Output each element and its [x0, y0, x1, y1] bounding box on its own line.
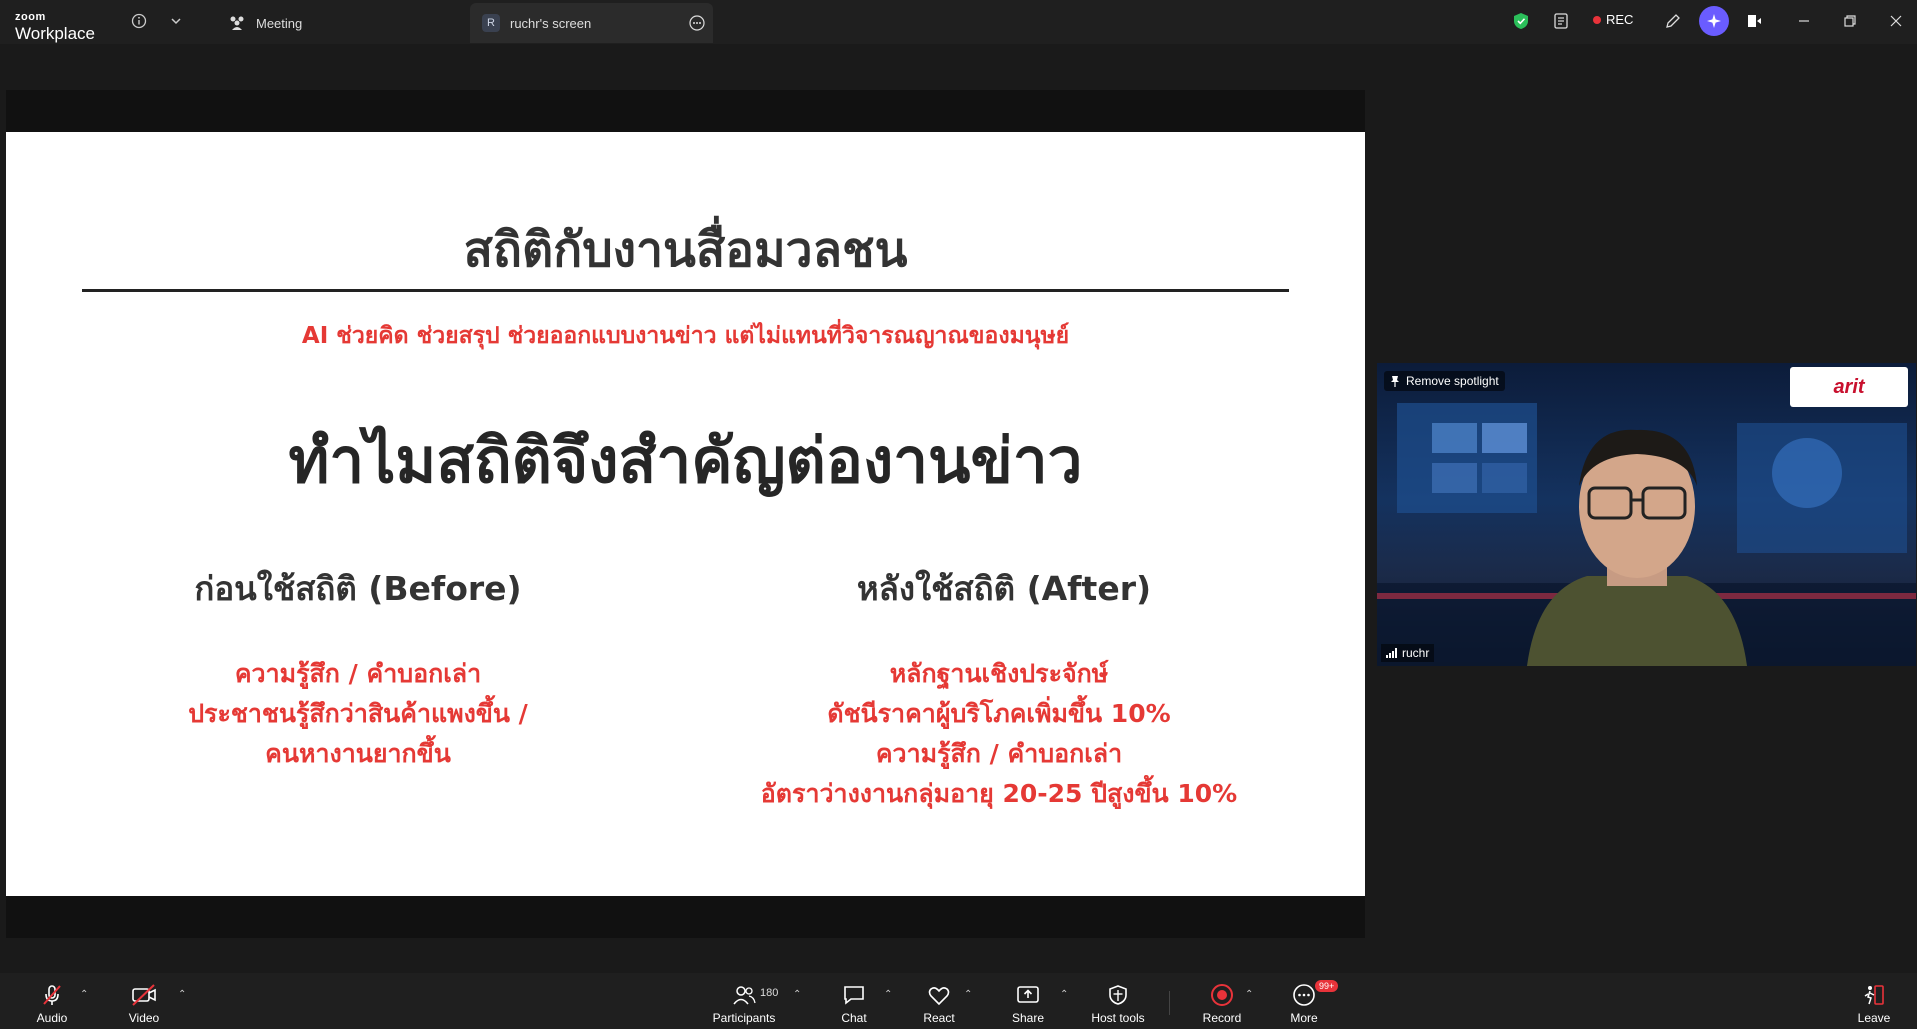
chat-label: Chat	[841, 1011, 867, 1025]
slide-heading: ทำไมสถิติจึงสำคัญต่องานข่าว	[288, 424, 1083, 497]
host-tools-shield-icon	[1107, 983, 1129, 1007]
participant-nameplate: ruchr	[1381, 644, 1435, 662]
stage-letterbox-bottom	[6, 896, 1365, 938]
video-label: Video	[128, 1011, 160, 1025]
participants-options-caret-icon[interactable]: ⌃	[793, 989, 801, 1000]
arit-logo-text: arit	[1833, 375, 1865, 398]
react-label: React	[923, 1011, 955, 1025]
slide-title: สถิติกับงานสื่อมวลชน	[463, 222, 908, 278]
tab-meeting[interactable]: Meeting	[218, 3, 312, 43]
ai-companion-icon[interactable]	[1699, 6, 1729, 36]
chat-button[interactable]: Chat	[830, 973, 878, 1029]
after-line: ดัชนีราคาผู้บริโภคเพิ่มขึ้น 10%	[827, 699, 1171, 728]
record-dot-icon	[1593, 15, 1601, 24]
after-column: หลักฐานเชิงประจักษ์ ดัชนีราคาผู้บริโภคเพ…	[659, 654, 1339, 814]
participants-button[interactable]: Participants	[706, 973, 782, 1029]
video-button[interactable]: Video	[120, 973, 168, 1029]
audio-label: Audio	[36, 1011, 68, 1025]
stage-letterbox-top	[6, 90, 1365, 132]
react-options-caret-icon[interactable]: ⌃	[964, 989, 972, 1000]
tab-meeting-label: Meeting	[256, 15, 303, 31]
chevron-down-icon[interactable]	[165, 10, 187, 32]
meeting-toolbar: Audio ⌃ Video ⌃ Participants 180 ⌃ Chat …	[0, 973, 1917, 1029]
more-notification-badge: 99+	[1315, 980, 1339, 992]
shared-slide: สถิติกับงานสื่อมวลชน AI ช่วยคิด ช่วยสรุป…	[6, 132, 1365, 896]
mic-muted-icon	[40, 983, 64, 1007]
record-label: Record	[1202, 1011, 1242, 1025]
participants-count: 180	[760, 987, 779, 999]
after-line: อัตราว่างงานกลุ่มอายุ 20-25 ปีสูงขึ้น 10…	[760, 779, 1238, 808]
tab-screen-share[interactable]: R ruchr's screen	[470, 3, 713, 43]
close-icon[interactable]	[1885, 10, 1907, 32]
notes-icon[interactable]	[1551, 10, 1573, 32]
more-label: More	[1290, 1011, 1318, 1025]
tab-screen-label: ruchr's screen	[510, 15, 592, 31]
after-line: ความรู้สึก / คำบอกเล่า	[875, 739, 1123, 768]
recording-indicator[interactable]: REC	[1593, 12, 1633, 27]
zoom-logo: zoom Workplace	[15, 7, 95, 43]
remove-spotlight-label: Remove spotlight	[1406, 374, 1499, 388]
share-options-caret-icon[interactable]: ⌃	[1060, 989, 1068, 1000]
chat-icon	[842, 983, 866, 1007]
shield-icon[interactable]	[1510, 10, 1532, 32]
share-label: Share	[1011, 1011, 1045, 1025]
signal-icon	[1386, 648, 1398, 658]
screen-tab-avatar: R	[482, 14, 500, 32]
slide-subtitle: AI ช่วยคิด ช่วยสรุป ช่วยออกแบบงานข่าว แต…	[301, 323, 1070, 349]
record-button[interactable]: Record	[1198, 973, 1246, 1029]
rec-label: REC	[1606, 12, 1634, 27]
info-icon[interactable]	[128, 10, 150, 32]
record-icon	[1210, 983, 1234, 1007]
before-line: คนหางานยากขึ้น	[265, 739, 451, 768]
arit-logo: arit	[1790, 367, 1908, 407]
participants-icon	[732, 983, 756, 1007]
leave-button[interactable]: Leave	[1850, 973, 1898, 1029]
host-tools-label: Host tools	[1091, 1011, 1145, 1025]
meeting-icon	[228, 15, 246, 31]
participant-name: ruchr	[1402, 646, 1430, 660]
participant-video-tile[interactable]: Remove spotlight arit ruchr	[1377, 363, 1916, 666]
share-screen-icon	[1016, 983, 1040, 1007]
brand-small: zoom	[15, 11, 46, 23]
title-bar: zoom Workplace Meeting R ruchr's screen …	[0, 0, 1917, 44]
host-tools-button[interactable]: Host tools	[1087, 973, 1149, 1029]
more-dots-icon	[1292, 983, 1316, 1007]
audio-options-caret-icon[interactable]: ⌃	[80, 989, 88, 1000]
before-header: ก่อนใช้สถิติ (Before)	[194, 569, 522, 608]
before-line: ประชาชนรู้สึกว่าสินค้าแพงขึ้น /	[188, 699, 528, 728]
share-button[interactable]: Share	[1004, 973, 1052, 1029]
participants-label: Participants	[712, 1011, 776, 1025]
toolbar-separator	[1169, 991, 1170, 1015]
video-off-icon	[130, 983, 158, 1007]
edit-icon[interactable]	[1662, 10, 1684, 32]
pin-icon	[1390, 375, 1400, 387]
record-options-caret-icon[interactable]: ⌃	[1245, 989, 1253, 1000]
react-button[interactable]: React	[915, 973, 963, 1029]
react-heart-icon	[927, 983, 951, 1007]
after-line: หลักฐานเชิงประจักษ์	[889, 659, 1109, 688]
restore-icon[interactable]	[1839, 10, 1861, 32]
audio-button[interactable]: Audio	[28, 973, 76, 1029]
after-header: หลังใช้สถิติ (After)	[856, 569, 1152, 608]
more-icon[interactable]	[689, 15, 705, 31]
leave-icon	[1862, 983, 1886, 1007]
participant-figure	[1527, 429, 1747, 666]
chat-options-caret-icon[interactable]: ⌃	[884, 989, 892, 1000]
video-options-caret-icon[interactable]: ⌃	[178, 989, 186, 1000]
slide-divider	[82, 289, 1289, 292]
apps-icon[interactable]	[1743, 10, 1765, 32]
brand-large: Workplace	[15, 24, 95, 43]
leave-label: Leave	[1857, 1011, 1891, 1025]
before-column: ความรู้สึก / คำบอกเล่า ประชาชนรู้สึกว่าส…	[18, 654, 698, 774]
before-line: ความรู้สึก / คำบอกเล่า	[234, 659, 482, 688]
remove-spotlight-button[interactable]: Remove spotlight	[1384, 371, 1505, 391]
minimize-icon[interactable]	[1793, 10, 1815, 32]
